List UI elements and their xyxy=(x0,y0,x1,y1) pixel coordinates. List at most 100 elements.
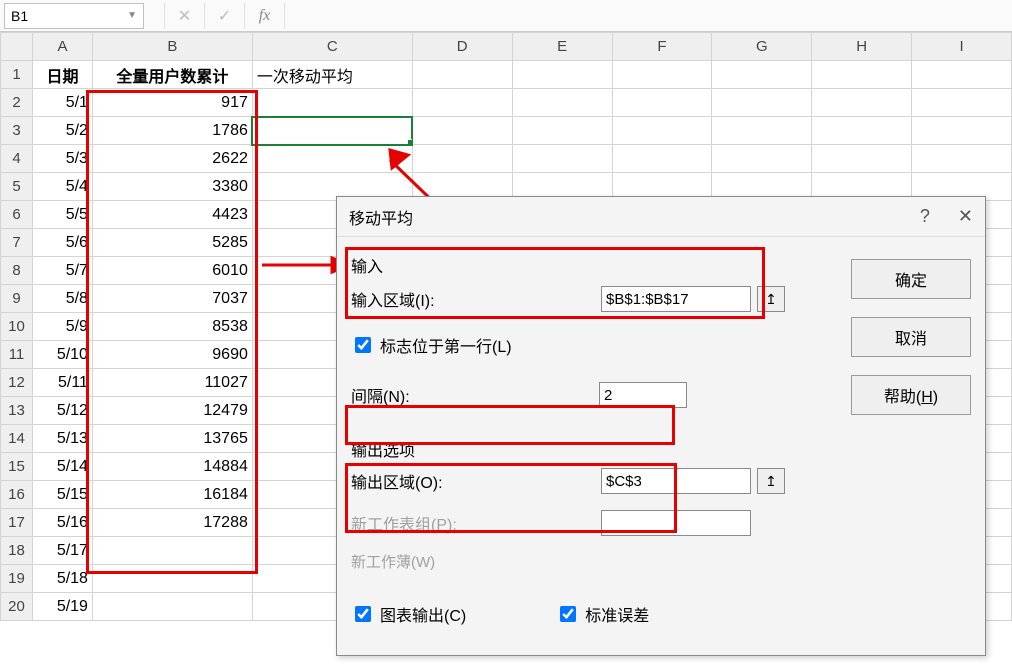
cell[interactable]: 5/4 xyxy=(32,173,92,201)
cell[interactable]: 17288 xyxy=(92,509,252,537)
cell[interactable]: 13765 xyxy=(92,425,252,453)
cell[interactable] xyxy=(812,61,912,89)
row-header[interactable]: 8 xyxy=(1,257,33,285)
row-header[interactable]: 15 xyxy=(1,453,33,481)
cell[interactable]: 6010 xyxy=(92,257,252,285)
chart-output-checkbox[interactable]: 图表输出(C) xyxy=(351,602,466,626)
cell[interactable]: 5/2 xyxy=(32,117,92,145)
cell[interactable]: 5/18 xyxy=(32,565,92,593)
row-header[interactable]: 13 xyxy=(1,397,33,425)
cell[interactable]: 7037 xyxy=(92,285,252,313)
cell[interactable] xyxy=(912,145,1012,173)
cell[interactable]: 5/14 xyxy=(32,453,92,481)
help-button[interactable]: 帮助(H) xyxy=(851,375,971,415)
cell[interactable] xyxy=(512,117,612,145)
col-header-B[interactable]: B xyxy=(92,33,252,61)
cell[interactable] xyxy=(92,565,252,593)
cell[interactable]: 5/13 xyxy=(32,425,92,453)
cell[interactable] xyxy=(712,89,812,117)
input-range-field[interactable] xyxy=(601,286,751,312)
cell[interactable] xyxy=(512,89,612,117)
cell[interactable]: 14884 xyxy=(92,453,252,481)
range-picker-button[interactable]: ↥ xyxy=(757,286,785,312)
cancel-formula-button[interactable]: ✕ xyxy=(164,3,204,29)
cell[interactable]: 9690 xyxy=(92,341,252,369)
formula-input[interactable] xyxy=(284,3,1012,29)
cell[interactable] xyxy=(252,89,412,117)
range-picker-button[interactable]: ↥ xyxy=(757,468,785,494)
cell[interactable] xyxy=(92,593,252,621)
dialog-help-icon[interactable]: ? xyxy=(920,206,930,227)
row-header[interactable]: 2 xyxy=(1,89,33,117)
row-header[interactable]: 10 xyxy=(1,313,33,341)
cell[interactable]: 5/6 xyxy=(32,229,92,257)
cell[interactable]: 一次移动平均 xyxy=(252,61,412,89)
cell[interactable] xyxy=(612,145,712,173)
cell[interactable]: 5/8 xyxy=(32,285,92,313)
chart-output-input[interactable] xyxy=(355,606,371,622)
interval-field[interactable] xyxy=(599,382,687,408)
ok-button[interactable]: 确定 xyxy=(851,259,971,299)
cell[interactable] xyxy=(812,117,912,145)
cell[interactable] xyxy=(712,145,812,173)
cell[interactable]: 日期 xyxy=(32,61,92,89)
std-error-input[interactable] xyxy=(560,606,576,622)
cell[interactable]: 5/10 xyxy=(32,341,92,369)
cell[interactable] xyxy=(252,145,412,173)
cell[interactable]: 5/15 xyxy=(32,481,92,509)
col-header-G[interactable]: G xyxy=(712,33,812,61)
row-header[interactable]: 14 xyxy=(1,425,33,453)
cell[interactable] xyxy=(412,61,512,89)
cell[interactable]: 3380 xyxy=(92,173,252,201)
confirm-formula-button[interactable]: ✓ xyxy=(204,3,244,29)
cell[interactable]: 5/17 xyxy=(32,537,92,565)
row-header[interactable]: 20 xyxy=(1,593,33,621)
select-all-corner[interactable] xyxy=(1,33,33,61)
cell[interactable]: 5/7 xyxy=(32,257,92,285)
cell[interactable] xyxy=(712,61,812,89)
cell[interactable] xyxy=(412,145,512,173)
cell[interactable]: 5285 xyxy=(92,229,252,257)
std-error-checkbox[interactable]: 标准误差 xyxy=(556,602,649,626)
cell[interactable] xyxy=(912,89,1012,117)
cell[interactable]: 8538 xyxy=(92,313,252,341)
row-header[interactable]: 1 xyxy=(1,61,33,89)
cell-selected[interactable] xyxy=(252,117,412,145)
row-header[interactable]: 16 xyxy=(1,481,33,509)
cell[interactable]: 11027 xyxy=(92,369,252,397)
row-header[interactable]: 12 xyxy=(1,369,33,397)
cell[interactable] xyxy=(612,89,712,117)
cell[interactable] xyxy=(812,89,912,117)
cell[interactable]: 12479 xyxy=(92,397,252,425)
cell[interactable]: 5/5 xyxy=(32,201,92,229)
row-header[interactable]: 5 xyxy=(1,173,33,201)
cell[interactable] xyxy=(912,117,1012,145)
cell[interactable] xyxy=(512,61,612,89)
cell[interactable]: 5/1 xyxy=(32,89,92,117)
cell[interactable]: 16184 xyxy=(92,481,252,509)
cell[interactable]: 5/19 xyxy=(32,593,92,621)
col-header-H[interactable]: H xyxy=(812,33,912,61)
cell[interactable]: 5/16 xyxy=(32,509,92,537)
insert-function-button[interactable]: fx xyxy=(244,3,284,29)
cell[interactable]: 1786 xyxy=(92,117,252,145)
col-header-D[interactable]: D xyxy=(412,33,512,61)
name-box[interactable]: B1 ▼ xyxy=(4,3,144,29)
cell[interactable]: 全量用户数累计 xyxy=(92,61,252,89)
row-header[interactable]: 9 xyxy=(1,285,33,313)
col-header-A[interactable]: A xyxy=(32,33,92,61)
cell[interactable] xyxy=(612,61,712,89)
row-header[interactable]: 18 xyxy=(1,537,33,565)
col-header-E[interactable]: E xyxy=(512,33,612,61)
cell[interactable]: 2622 xyxy=(92,145,252,173)
cancel-button[interactable]: 取消 xyxy=(851,317,971,357)
row-header[interactable]: 11 xyxy=(1,341,33,369)
output-range-field[interactable] xyxy=(601,468,751,494)
col-header-F[interactable]: F xyxy=(612,33,712,61)
col-header-C[interactable]: C xyxy=(252,33,412,61)
cell[interactable]: 4423 xyxy=(92,201,252,229)
col-header-I[interactable]: I xyxy=(912,33,1012,61)
row-header[interactable]: 17 xyxy=(1,509,33,537)
cell[interactable] xyxy=(712,117,812,145)
cell[interactable] xyxy=(412,89,512,117)
